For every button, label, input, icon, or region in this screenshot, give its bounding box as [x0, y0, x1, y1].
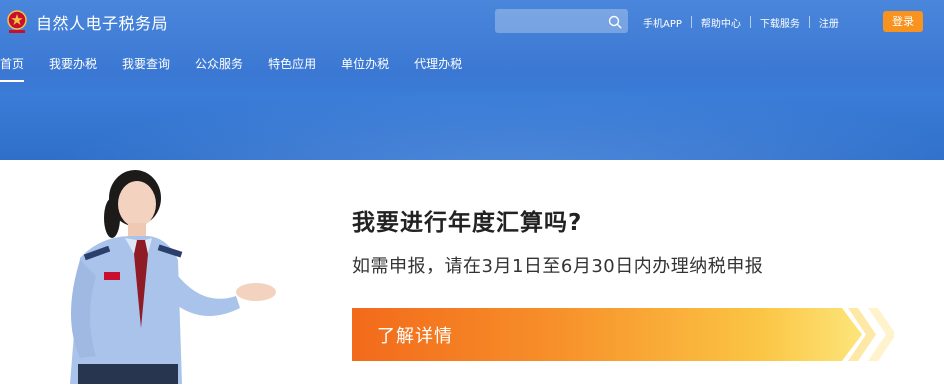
- site-title: 自然人电子税务局: [36, 14, 169, 33]
- banner-background: [0, 80, 944, 160]
- login-button[interactable]: 登录: [883, 11, 923, 32]
- divider: [690, 16, 692, 28]
- link-register[interactable]: 注册: [819, 15, 839, 30]
- nav-item-home[interactable]: 首页: [0, 50, 25, 82]
- tax-officer-illustration: [40, 168, 290, 384]
- nav-item-unit-tax[interactable]: 单位办税: [341, 50, 389, 80]
- top-links: 手机APP 帮助中心 下载服务 注册: [643, 15, 839, 30]
- nav-item-agent-tax[interactable]: 代理办税: [414, 50, 462, 80]
- nav-item-handle-tax[interactable]: 我要办税: [49, 50, 97, 80]
- tax-emblem-icon: [4, 9, 30, 35]
- nav-item-featured-apps[interactable]: 特色应用: [268, 50, 316, 80]
- brand[interactable]: 自然人电子税务局: [0, 6, 168, 38]
- divider: [749, 16, 751, 28]
- header-banner: 自然人电子税务局 手机APP 帮助中心 下载服务 注册 登录 首页 我要办税 我…: [0, 0, 944, 160]
- hero-heading: 我要进行年度汇算吗?: [352, 210, 583, 236]
- search-icon[interactable]: [608, 14, 622, 29]
- main-nav: 首页 我要办税 我要查询 公众服务 特色应用 单位办税 代理办税: [0, 50, 462, 82]
- nav-item-query[interactable]: 我要查询: [122, 50, 170, 80]
- cta-label: 了解详情: [377, 326, 453, 347]
- nav-item-public-service[interactable]: 公众服务: [195, 50, 243, 80]
- link-download-service[interactable]: 下载服务: [760, 15, 800, 30]
- learn-more-button[interactable]: 了解详情: [352, 308, 894, 361]
- link-help-center[interactable]: 帮助中心: [701, 15, 741, 30]
- link-mobile-app[interactable]: 手机APP: [643, 15, 682, 30]
- search-input[interactable]: [501, 12, 605, 32]
- search-box[interactable]: [495, 9, 628, 33]
- divider: [808, 16, 810, 28]
- hero-subtext: 如需申报，请在3月1日至6月30日内办理纳税申报: [352, 256, 764, 277]
